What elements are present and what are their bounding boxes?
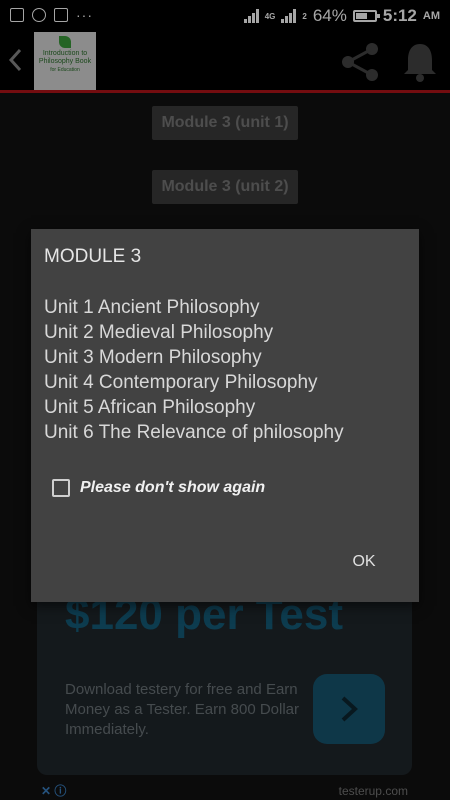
ok-button[interactable]: OK (339, 545, 389, 579)
dont-show-again-row[interactable]: Please don't show again (52, 479, 265, 497)
unit-item: Unit 5 African Philosophy (44, 397, 256, 418)
unit-item: Unit 6 The Relevance of philosophy (44, 422, 344, 443)
dont-show-again-label[interactable]: Please don't show again (80, 479, 265, 497)
unit-item: Unit 4 Contemporary Philosophy (44, 372, 318, 393)
unit-item: Unit 2 Medieval Philosophy (44, 322, 274, 343)
unit-list: Unit 1 Ancient Philosophy Unit 2 Medieva… (44, 295, 344, 445)
module-dialog: MODULE 3 Unit 1 Ancient Philosophy Unit … (31, 229, 419, 602)
dont-show-again-checkbox[interactable] (52, 479, 70, 497)
unit-item: Unit 3 Modern Philosophy (44, 347, 262, 368)
dialog-title: MODULE 3 (44, 246, 142, 267)
unit-item: Unit 1 Ancient Philosophy (44, 297, 260, 318)
